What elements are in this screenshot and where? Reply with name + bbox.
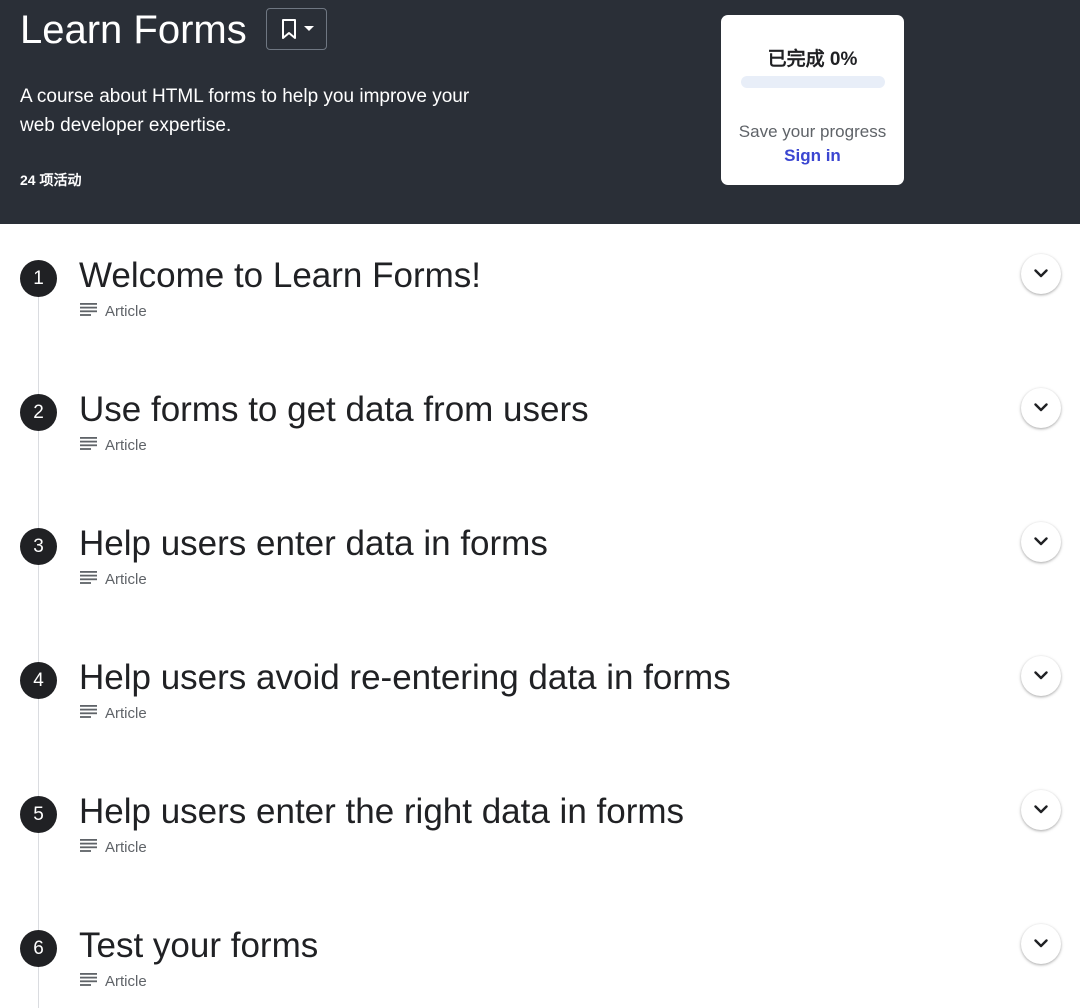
course-description: A course about HTML forms to help you im… xyxy=(20,86,470,136)
expand-button[interactable] xyxy=(1021,790,1061,830)
expand-button[interactable] xyxy=(1021,656,1061,696)
module-type: Article xyxy=(80,303,147,320)
page-title: Learn Forms xyxy=(20,8,247,52)
bookmark-icon xyxy=(280,18,298,40)
progress-title: 已完成 0% xyxy=(767,49,858,70)
article-icon xyxy=(80,437,97,454)
module-item: 3 Help users enter data in forms Article xyxy=(0,508,1080,642)
module-type-label: Article xyxy=(105,839,147,856)
chevron-down-icon xyxy=(1034,265,1048,283)
expand-button[interactable] xyxy=(1021,388,1061,428)
module-number: 4 xyxy=(20,662,57,699)
expand-button[interactable] xyxy=(1021,924,1061,964)
expand-button[interactable] xyxy=(1021,522,1061,562)
expand-button[interactable] xyxy=(1021,254,1061,294)
chevron-down-icon xyxy=(1034,399,1048,417)
module-number: 6 xyxy=(20,930,57,967)
activity-count: 24 项活动 xyxy=(20,172,82,188)
save-progress-text: Save your progress xyxy=(738,122,887,141)
caret-down-icon xyxy=(303,26,314,32)
module-item: 4 Help users avoid re-entering data in f… xyxy=(0,642,1080,776)
course-header: Learn Forms A course about HTML forms to… xyxy=(0,0,1080,224)
module-title[interactable]: Welcome to Learn Forms! xyxy=(79,254,481,298)
module-number: 5 xyxy=(20,796,57,833)
module-type-label: Article xyxy=(105,973,147,990)
module-type: Article xyxy=(80,839,147,856)
bookmark-button[interactable] xyxy=(266,8,327,50)
module-type-label: Article xyxy=(105,705,147,722)
module-item: 5 Help users enter the right data in for… xyxy=(0,776,1080,910)
module-title[interactable]: Help users avoid re-entering data in for… xyxy=(79,656,731,700)
module-item: 6 Test your forms Article xyxy=(0,910,1080,1008)
module-number: 3 xyxy=(20,528,57,565)
article-icon xyxy=(80,705,97,722)
module-title[interactable]: Use forms to get data from users xyxy=(79,388,589,432)
module-number: 2 xyxy=(20,394,57,431)
chevron-down-icon xyxy=(1034,801,1048,819)
module-type-label: Article xyxy=(105,571,147,588)
chevron-down-icon xyxy=(1034,533,1048,551)
module-title[interactable]: Help users enter data in forms xyxy=(79,522,548,566)
article-icon xyxy=(80,571,97,588)
module-item: 2 Use forms to get data from users Artic… xyxy=(0,374,1080,508)
chevron-down-icon xyxy=(1034,935,1048,953)
module-type: Article xyxy=(80,973,147,990)
article-icon xyxy=(80,303,97,320)
module-type: Article xyxy=(80,705,147,722)
module-type: Article xyxy=(80,437,147,454)
module-title[interactable]: Help users enter the right data in forms xyxy=(79,790,684,834)
article-icon xyxy=(80,973,97,990)
module-item: 1 Welcome to Learn Forms! Article xyxy=(0,240,1080,374)
module-number: 1 xyxy=(20,260,57,297)
module-title[interactable]: Test your forms xyxy=(79,924,318,968)
chevron-down-icon xyxy=(1034,667,1048,685)
progress-card: 已完成 0% Save your progress Sign in xyxy=(721,15,904,185)
progress-bar xyxy=(741,76,885,88)
sign-in-link[interactable]: Sign in xyxy=(721,146,904,166)
module-type-label: Article xyxy=(105,303,147,320)
article-icon xyxy=(80,839,97,856)
module-type-label: Article xyxy=(105,437,147,454)
module-type: Article xyxy=(80,571,147,588)
